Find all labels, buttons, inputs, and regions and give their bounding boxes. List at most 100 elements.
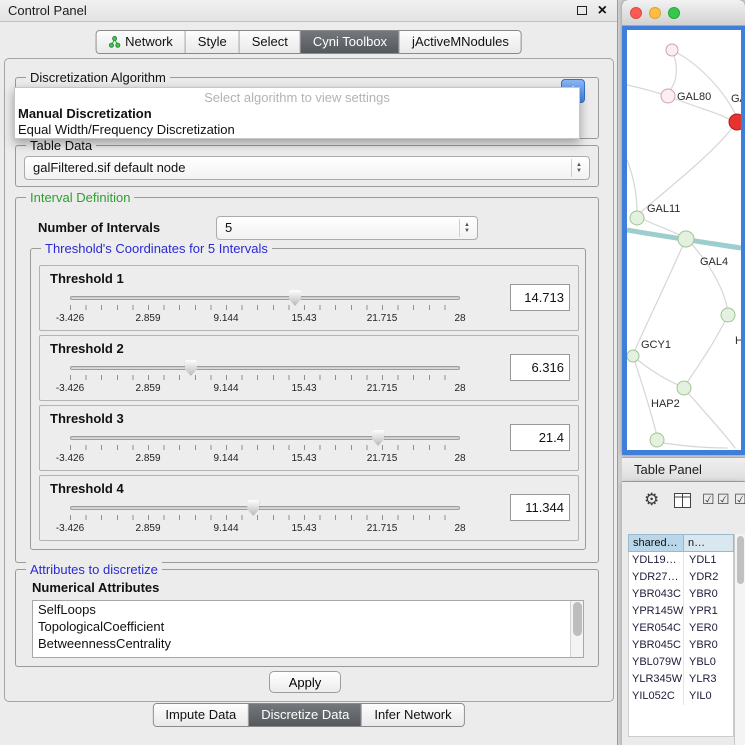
node-label: GA xyxy=(731,93,741,105)
close-icon[interactable]: × xyxy=(598,4,607,17)
network-node[interactable] xyxy=(650,433,664,447)
table-row[interactable]: YDL19…YDL1 xyxy=(629,552,733,569)
tab-select[interactable]: Select xyxy=(240,31,301,53)
table-row[interactable]: YER054CYER0 xyxy=(629,620,733,637)
minimize-window-icon[interactable] xyxy=(649,7,661,19)
tab-label: jActiveMNodules xyxy=(412,31,509,53)
table-panel-title: Table Panel xyxy=(634,462,702,477)
network-node-gcy1[interactable] xyxy=(627,350,639,362)
node-label: GAL11 xyxy=(647,203,680,215)
threshold-4-panel: Threshold 4 -3.426 2.859 9.144 15.43 21.… xyxy=(39,475,579,541)
slider-handle[interactable] xyxy=(185,360,197,376)
thresholds-group: Threshold's Coordinates for 5 Intervals … xyxy=(30,248,586,550)
list-item[interactable]: SelfLoops xyxy=(33,601,583,618)
tab-style[interactable]: Style xyxy=(186,31,240,53)
threshold-2-value[interactable]: 6.316 xyxy=(510,354,570,381)
table-row[interactable]: YLR345WYLR3 xyxy=(629,671,733,688)
tab-label: Cyni Toolbox xyxy=(313,31,387,53)
table-toolbar: ⚙ ☑ ☑ ☑ xyxy=(622,482,745,522)
group-title: Attributes to discretize xyxy=(26,562,162,577)
apply-button[interactable]: Apply xyxy=(269,671,341,693)
network-node-gal4[interactable] xyxy=(678,231,694,247)
slider-track[interactable] xyxy=(70,436,460,440)
tab-label: Select xyxy=(252,31,288,53)
control-panel-window: Control Panel × Network Style xyxy=(0,0,618,745)
interval-definition-group: Interval Definition Number of Intervals … xyxy=(15,197,599,563)
network-node-hap2[interactable] xyxy=(677,381,691,395)
slider-track[interactable] xyxy=(70,296,460,300)
tab-impute-data[interactable]: Impute Data xyxy=(153,704,249,726)
threshold-3-panel: Threshold 3 -3.426 2.859 9.144 15.43 21.… xyxy=(39,405,579,471)
scrollbar-thumb[interactable] xyxy=(573,602,582,636)
column-header-name[interactable]: n… xyxy=(684,534,734,552)
combo-stepper-icon[interactable]: ▲▼ xyxy=(571,159,586,177)
threshold-1-slider[interactable]: -3.426 2.859 9.144 15.43 21.715 28 xyxy=(70,290,460,328)
slider-scale: -3.426 2.859 9.144 15.43 21.715 28 xyxy=(70,453,460,465)
threshold-3-slider[interactable]: -3.426 2.859 9.144 15.43 21.715 28 xyxy=(70,430,460,468)
threshold-1-panel: Threshold 1 -3.426 2.859 9.144 15.43 21.… xyxy=(39,265,579,331)
slider-handle[interactable] xyxy=(372,430,384,446)
threshold-4-slider[interactable]: -3.426 2.859 9.144 15.43 21.715 28 xyxy=(70,500,460,538)
table-scrollbar[interactable] xyxy=(734,534,745,745)
network-node[interactable] xyxy=(721,308,735,322)
scrollbar-thumb[interactable] xyxy=(737,536,744,584)
zoom-window-icon[interactable] xyxy=(668,7,680,19)
float-window-icon[interactable] xyxy=(577,6,587,15)
tab-jactivemnodules[interactable]: jActiveMNodules xyxy=(400,31,521,53)
list-item[interactable]: TopologicalCoefficient xyxy=(33,618,583,635)
close-window-icon[interactable] xyxy=(630,7,642,19)
table-row[interactable]: YIL052CYIL0 xyxy=(629,688,733,705)
group-title: Discretization Algorithm xyxy=(26,70,170,85)
checkbox-icon[interactable]: ☑ xyxy=(717,491,730,507)
dropdown-option-manual[interactable]: Manual Discretization xyxy=(15,106,579,122)
slider-handle[interactable] xyxy=(247,500,259,516)
checkbox-icon[interactable]: ☑ xyxy=(734,491,745,507)
dropdown-option-equal-width[interactable]: Equal Width/Frequency Discretization xyxy=(15,122,579,138)
network-node-gal80[interactable] xyxy=(661,89,675,103)
slider-track[interactable] xyxy=(70,506,460,510)
tab-label: Infer Network xyxy=(374,704,451,726)
table-row[interactable]: YBL079WYBL0 xyxy=(629,654,733,671)
numerical-attributes-list[interactable]: SelfLoops TopologicalCoefficient Between… xyxy=(32,600,584,658)
list-scrollbar[interactable] xyxy=(570,601,583,657)
slider-ticks xyxy=(70,515,460,520)
dropdown-placeholder-item[interactable]: Select algorithm to view settings xyxy=(15,90,579,106)
network-canvas[interactable]: GAL80 GA GAL11 GAL4 GCY1 H HAP2 xyxy=(627,30,741,450)
table-panel-bar[interactable]: Table Panel xyxy=(622,457,745,482)
table-row[interactable]: YDR27…YDR2 xyxy=(629,569,733,586)
network-icon xyxy=(108,36,120,48)
table-header-row: shared… n… xyxy=(628,534,734,552)
tab-discretize-data[interactable]: Discretize Data xyxy=(249,704,362,726)
table-row[interactable]: YBR045CYBR0 xyxy=(629,637,733,654)
threshold-1-value[interactable]: 14.713 xyxy=(510,284,570,311)
top-tabbar: Network Style Select Cyni Toolbox jActiv… xyxy=(95,30,522,54)
slider-track[interactable] xyxy=(70,366,460,370)
network-node[interactable] xyxy=(666,44,678,56)
tab-cyni-toolbox[interactable]: Cyni Toolbox xyxy=(301,31,400,53)
slider-scale: -3.426 2.859 9.144 15.43 21.715 28 xyxy=(70,523,460,535)
table-data-combo[interactable]: galFiltered.sif default node ▲▼ xyxy=(24,156,590,180)
tab-label: Impute Data xyxy=(165,704,236,726)
tab-network[interactable]: Network xyxy=(96,31,186,53)
network-node-gal11[interactable] xyxy=(630,211,644,225)
tab-infer-network[interactable]: Infer Network xyxy=(362,704,463,726)
slider-scale: -3.426 2.859 9.144 15.43 21.715 28 xyxy=(70,383,460,395)
network-graph: GAL80 GA GAL11 GAL4 GCY1 H HAP2 xyxy=(627,30,741,450)
table-row[interactable]: YPR145WYPR1 xyxy=(629,603,733,620)
columns-icon[interactable] xyxy=(674,493,691,508)
combo-stepper-icon[interactable]: ▲▼ xyxy=(459,219,474,237)
selected-network-node[interactable] xyxy=(729,114,741,130)
slider-handle[interactable] xyxy=(289,290,301,306)
bottom-tabbar: Impute Data Discretize Data Infer Networ… xyxy=(152,703,464,727)
threshold-3-value[interactable]: 21.4 xyxy=(510,424,570,451)
threshold-2-slider[interactable]: -3.426 2.859 9.144 15.43 21.715 28 xyxy=(70,360,460,398)
network-window-titlebar[interactable] xyxy=(622,0,745,26)
table-row[interactable]: YBR043CYBR0 xyxy=(629,586,733,603)
list-item[interactable]: BetweennessCentrality xyxy=(33,635,583,652)
number-of-intervals-combo[interactable]: 5 ▲▼ xyxy=(216,216,478,240)
gear-icon[interactable]: ⚙ xyxy=(644,490,659,510)
checkbox-icon[interactable]: ☑ xyxy=(702,491,715,507)
group-title: Table Data xyxy=(26,138,96,153)
threshold-4-value[interactable]: 11.344 xyxy=(510,494,570,521)
column-header-shared-name[interactable]: shared… xyxy=(628,534,684,552)
